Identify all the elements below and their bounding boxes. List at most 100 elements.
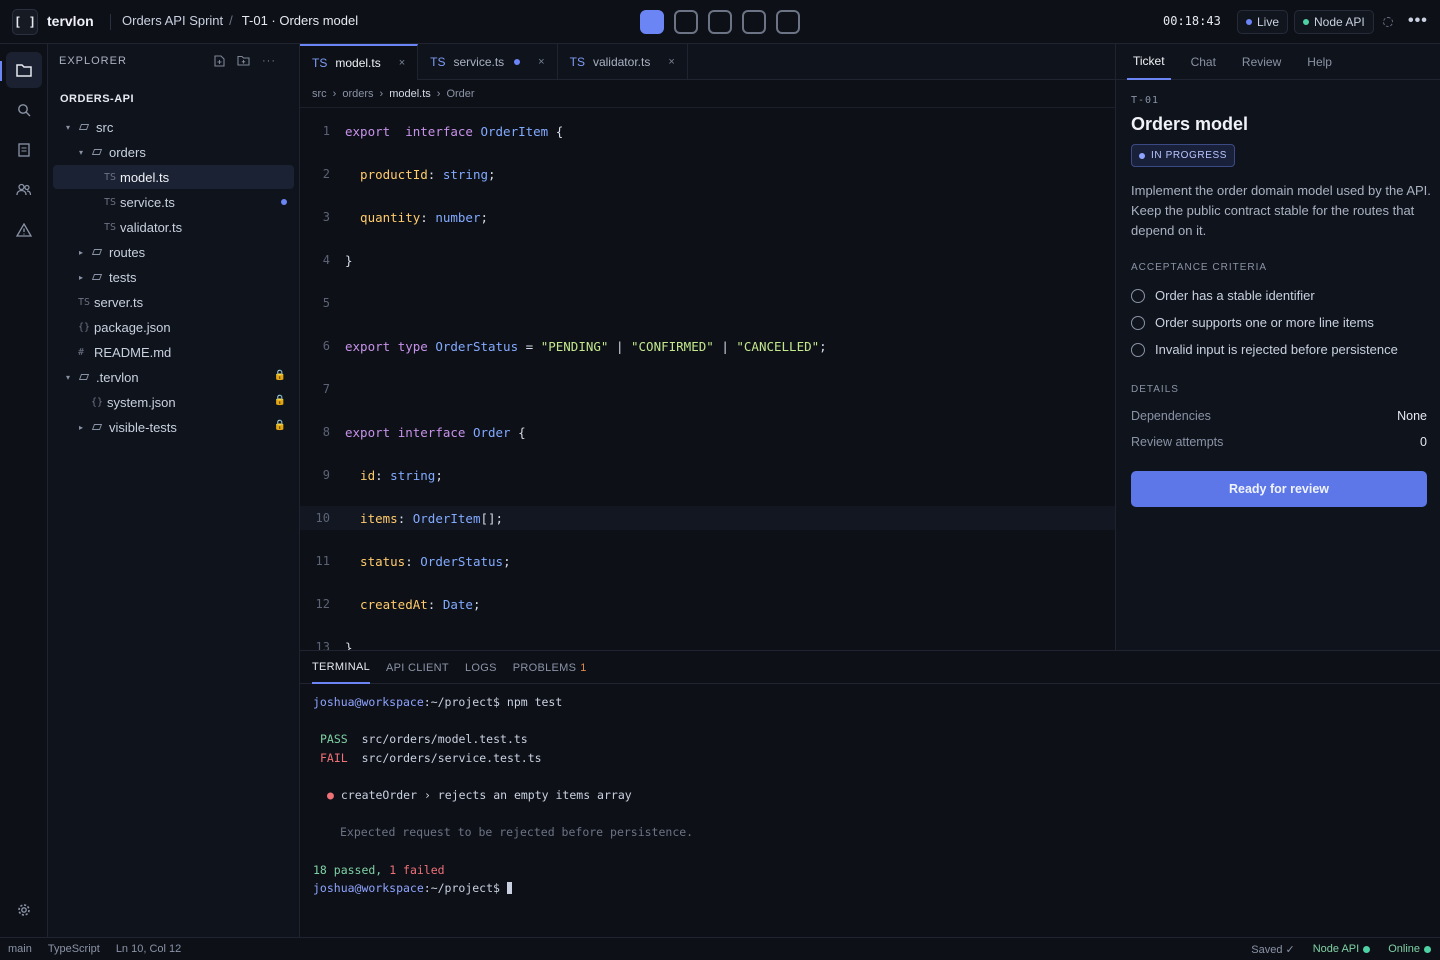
json-file-icon: {} bbox=[91, 396, 104, 408]
team-button[interactable] bbox=[6, 172, 42, 208]
folder-item[interactable]: ▸ routes bbox=[53, 240, 294, 264]
editor-tab[interactable]: TS service.ts × bbox=[418, 44, 558, 80]
breadcrumb-item[interactable]: orders bbox=[342, 88, 373, 100]
settings-button[interactable] bbox=[6, 892, 42, 928]
file-item[interactable]: # README.md bbox=[53, 340, 294, 364]
checkbox-circle-icon[interactable] bbox=[1131, 342, 1145, 357]
criteria-item[interactable]: Order supports one or more line items bbox=[1131, 315, 1374, 330]
tab-ticket[interactable]: Ticket bbox=[1127, 44, 1171, 80]
connection-status[interactable]: Online bbox=[1388, 943, 1431, 955]
chevron-down-icon[interactable]: ▾ bbox=[62, 373, 74, 382]
more-menu-icon[interactable]: ••• bbox=[1408, 12, 1428, 30]
folder-item[interactable]: ▸ visible-tests 🔒 bbox=[53, 415, 294, 439]
line-number: 8 bbox=[322, 425, 330, 439]
step-3[interactable] bbox=[708, 10, 732, 34]
step-5[interactable] bbox=[776, 10, 800, 34]
chevron-down-icon[interactable]: ▾ bbox=[75, 148, 87, 157]
tab-review[interactable]: Review bbox=[1236, 44, 1287, 80]
folder-item[interactable]: ▾ src bbox=[53, 115, 294, 139]
detail-value: 0 bbox=[1420, 435, 1427, 449]
explorer-button[interactable] bbox=[6, 52, 42, 88]
git-branch[interactable]: main bbox=[8, 943, 32, 955]
code-line[interactable]: 5 bbox=[300, 291, 1115, 315]
bottom-panel: TERMINAL API CLIENT LOGS PROBLEMS 1 joshua@w… bbox=[300, 650, 1440, 937]
folder-item[interactable]: ▾ orders bbox=[53, 140, 294, 164]
file-item[interactable]: TS model.ts bbox=[53, 165, 294, 189]
folder-icon bbox=[78, 124, 90, 130]
tab-logs[interactable]: LOGS bbox=[465, 651, 497, 684]
tab-help[interactable]: Help bbox=[1301, 44, 1338, 80]
code-line[interactable]: 13} bbox=[300, 635, 1115, 651]
code-line[interactable]: 8 export interface Order { bbox=[300, 420, 1115, 444]
tab-chat[interactable]: Chat bbox=[1185, 44, 1222, 80]
checkbox-circle-icon[interactable] bbox=[1131, 288, 1145, 303]
tickets-button[interactable] bbox=[6, 132, 42, 168]
tab-api-client[interactable]: API CLIENT bbox=[386, 651, 449, 684]
code-line[interactable]: 6 export type OrderStatus = "PENDING" | "… bbox=[300, 334, 1115, 358]
problems-button[interactable] bbox=[6, 212, 42, 248]
criteria-item[interactable]: Invalid input is rejected before persist… bbox=[1131, 342, 1398, 357]
project-name[interactable]: Orders API Sprint bbox=[122, 13, 223, 28]
language-mode[interactable]: TypeScript bbox=[48, 943, 100, 955]
bottom-tab-label: TERMINAL bbox=[312, 660, 371, 673]
code-line[interactable]: 4} bbox=[300, 248, 1115, 272]
code-line[interactable]: 11 status: OrderStatus; bbox=[300, 549, 1115, 573]
code-line[interactable]: 9 id: string; bbox=[300, 463, 1115, 487]
lock-icon: 🔒 bbox=[273, 370, 286, 381]
line-number: 7 bbox=[322, 382, 330, 396]
cursor-position[interactable]: Ln 10, Col 12 bbox=[116, 943, 181, 955]
breadcrumb-item[interactable]: src bbox=[312, 88, 327, 100]
file-item[interactable]: {} package.json bbox=[53, 315, 294, 339]
code-line[interactable]: 7 bbox=[300, 377, 1115, 401]
chevron-right-icon[interactable]: ▸ bbox=[75, 248, 87, 257]
chevron-right-icon[interactable]: ▸ bbox=[75, 273, 87, 282]
chevron-down-icon[interactable]: ▾ bbox=[62, 123, 74, 132]
code-text: } bbox=[345, 252, 353, 268]
breadcrumb-separator: › bbox=[379, 87, 384, 100]
step-4[interactable] bbox=[742, 10, 766, 34]
code-line[interactable]: 12 createdAt: Date; bbox=[300, 592, 1115, 616]
folder-item[interactable]: ▾ .tervlon 🔒 bbox=[53, 365, 294, 389]
step-2[interactable] bbox=[674, 10, 698, 34]
criteria-item[interactable]: Order has a stable identifier bbox=[1131, 288, 1315, 303]
tree-item-label: visible-tests bbox=[109, 419, 177, 435]
project-root[interactable]: ORDERS-API bbox=[60, 93, 134, 105]
code-line[interactable]: 1 export interface OrderItem { bbox=[300, 119, 1115, 143]
step-1[interactable] bbox=[640, 10, 664, 34]
env-status-pill[interactable]: Node API bbox=[1294, 10, 1374, 34]
tab-problems[interactable]: PROBLEMS 1 bbox=[513, 651, 587, 684]
breadcrumb-item[interactable]: model.ts bbox=[389, 88, 431, 100]
code-line[interactable]: 10 items: OrderItem[]; bbox=[300, 506, 1115, 530]
app-logo[interactable]: [ ] bbox=[12, 9, 38, 35]
bottom-tab-label: PROBLEMS bbox=[512, 661, 577, 674]
code-line[interactable]: 2 productId: string; bbox=[300, 162, 1115, 186]
file-item[interactable]: {} system.json 🔒 bbox=[53, 390, 294, 414]
editor-tab[interactable]: TS validator.ts × bbox=[558, 44, 688, 80]
live-status-pill[interactable]: Live bbox=[1237, 10, 1289, 34]
editor-tab[interactable]: TS model.ts × bbox=[300, 44, 419, 80]
more-actions-icon[interactable]: ··· bbox=[262, 55, 276, 67]
file-explorer: EXPLORER ··· ORDERS-API ▾ src ▾ orders TS mod… bbox=[48, 44, 300, 937]
checkbox-circle-icon[interactable] bbox=[1131, 315, 1145, 330]
ready-for-review-button[interactable]: Ready for review bbox=[1131, 471, 1427, 507]
file-item[interactable]: TS server.ts bbox=[53, 290, 294, 314]
new-folder-icon[interactable] bbox=[237, 55, 250, 66]
env-status[interactable]: Node API bbox=[1313, 943, 1371, 955]
details-heading: DETAILS bbox=[1131, 384, 1179, 395]
breadcrumb-item[interactable]: Order bbox=[446, 88, 474, 100]
new-file-icon[interactable] bbox=[214, 55, 225, 67]
code-editor[interactable]: 1 export interface OrderItem { 2 productId… bbox=[300, 108, 1115, 650]
file-item[interactable]: TS validator.ts bbox=[53, 215, 294, 239]
modified-dot-icon bbox=[281, 199, 287, 205]
file-item[interactable]: TS service.ts bbox=[53, 190, 294, 214]
close-icon[interactable]: × bbox=[668, 56, 674, 68]
tab-terminal[interactable]: TERMINAL bbox=[312, 651, 371, 684]
folder-item[interactable]: ▸ tests bbox=[53, 265, 294, 289]
line-number: 5 bbox=[322, 296, 330, 310]
search-button[interactable] bbox=[6, 92, 42, 128]
close-icon[interactable]: × bbox=[399, 57, 405, 69]
chevron-right-icon[interactable]: ▸ bbox=[75, 423, 87, 432]
code-line[interactable]: 3 quantity: number; bbox=[300, 205, 1115, 229]
close-icon[interactable]: × bbox=[538, 56, 544, 68]
line-number: 1 bbox=[322, 124, 330, 138]
